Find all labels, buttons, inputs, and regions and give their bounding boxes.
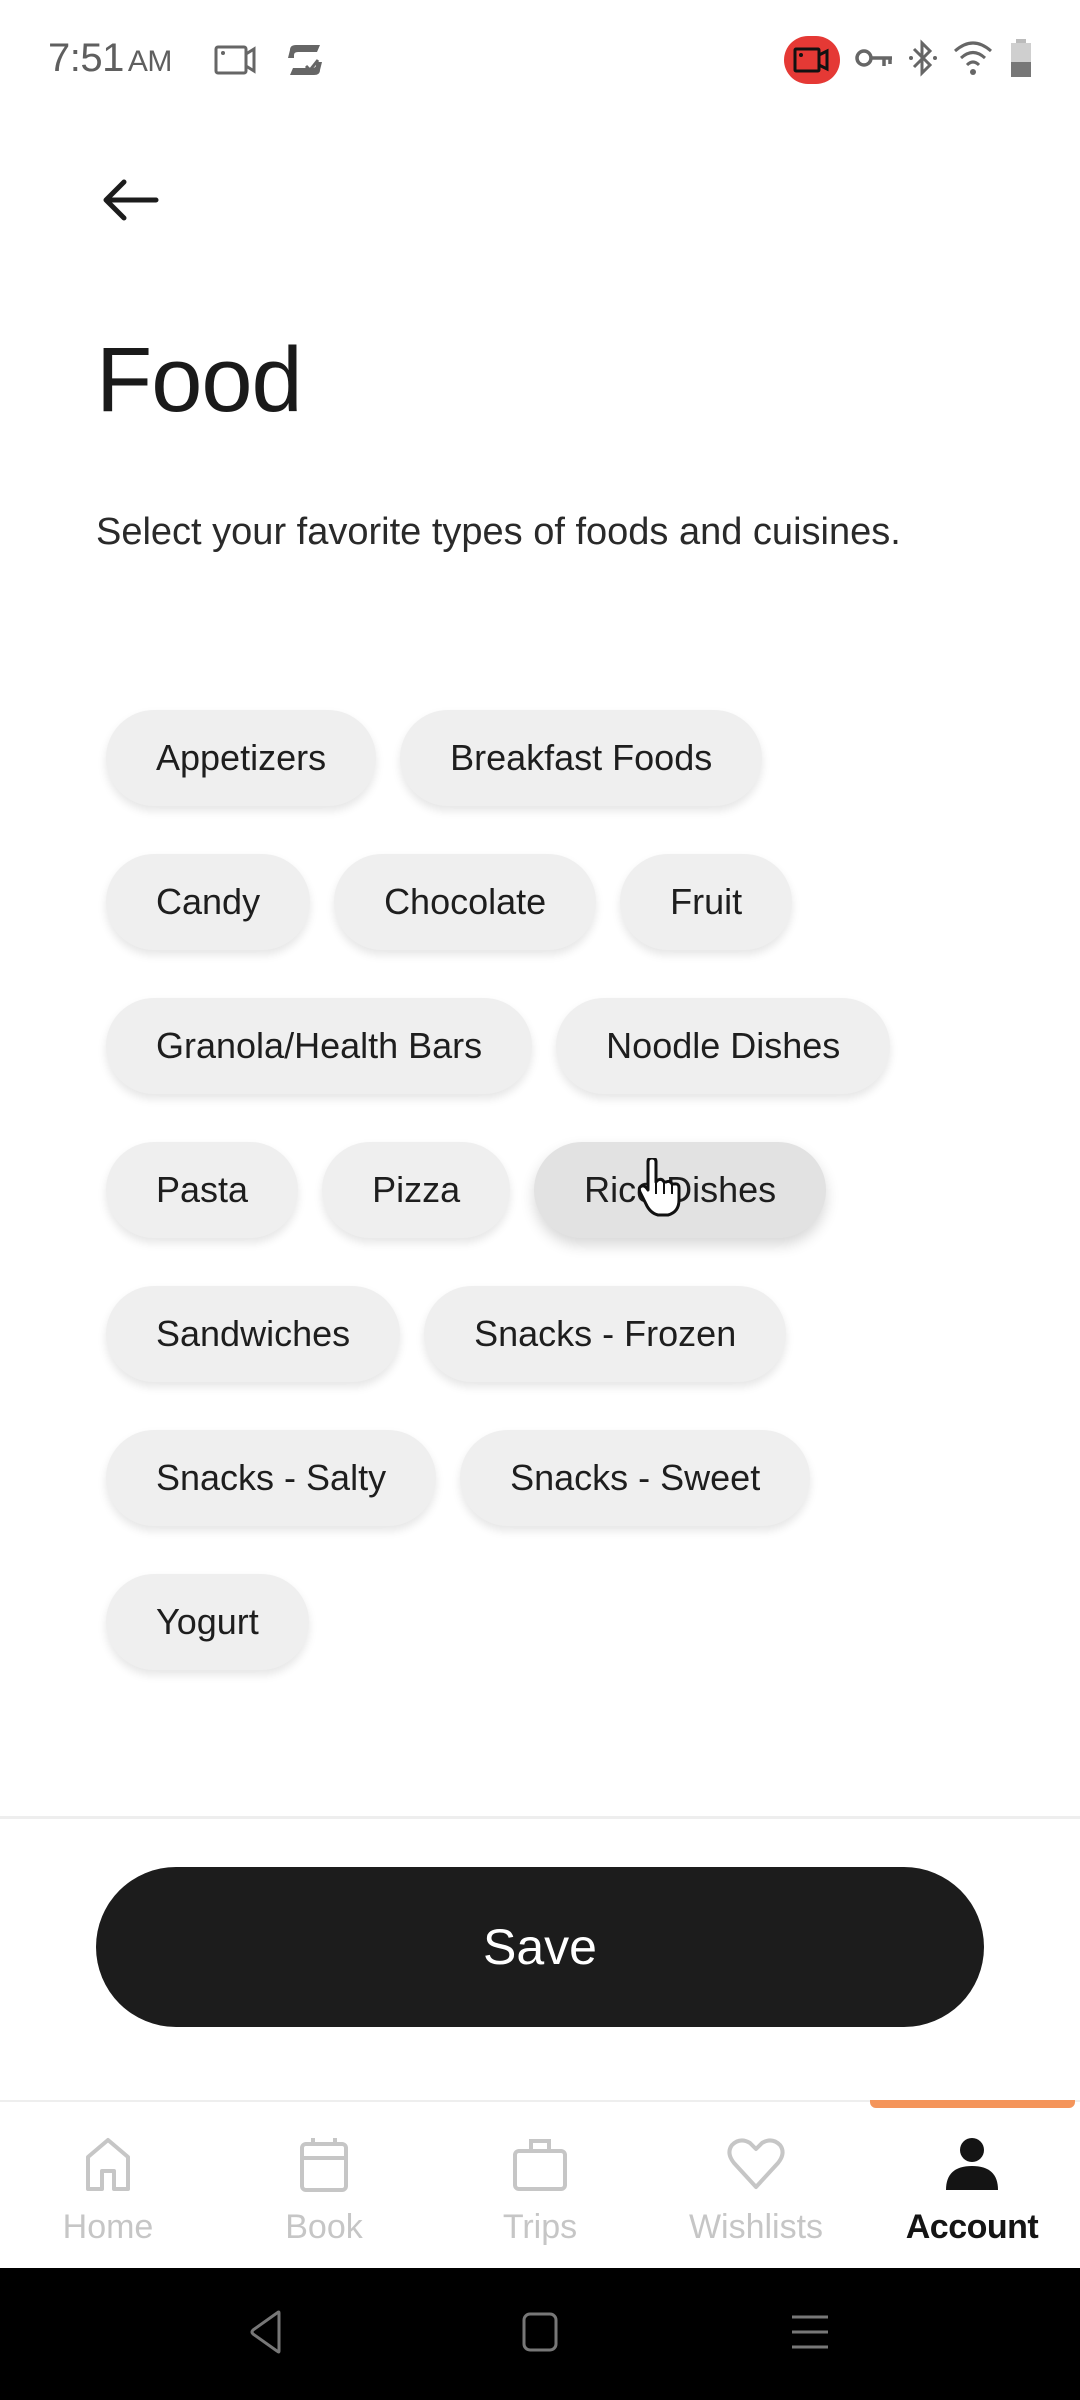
status-time-value: 7:51 [48, 36, 124, 80]
chip-snacks-salty[interactable]: Snacks - Salty [106, 1430, 437, 1526]
food-chip-list: Appetizers Breakfast Foods Candy Chocola… [106, 710, 1006, 1670]
back-button[interactable] [94, 172, 166, 232]
tab-account-label: Account [905, 2208, 1039, 2246]
chip-row: Yogurt [106, 1574, 1006, 1670]
screen-record-icon [214, 44, 258, 81]
chip-rice-dishes[interactable]: Rice Dishes [534, 1142, 827, 1238]
page-title: Food [96, 329, 303, 431]
system-nav-bar [0, 2268, 1080, 2400]
bluetooth-icon [908, 38, 938, 83]
chip-sandwiches[interactable]: Sandwiches [106, 1286, 401, 1382]
status-right-icons [784, 36, 1034, 84]
person-icon [942, 2134, 1002, 2194]
chip-pizza[interactable]: Pizza [322, 1142, 511, 1238]
tab-home[interactable]: Home [0, 2108, 216, 2268]
tab-trips[interactable]: Trips [432, 2108, 648, 2268]
arrow-left-icon [100, 178, 160, 227]
status-time-ampm: AM [127, 45, 173, 78]
chip-fruit[interactable]: Fruit [620, 854, 793, 950]
chip-row: Granola/Health Bars Noodle Dishes [106, 998, 1006, 1094]
briefcase-icon [510, 2134, 570, 2194]
chip-noodle-dishes[interactable]: Noodle Dishes [556, 998, 891, 1094]
chip-row: Candy Chocolate Fruit [106, 854, 1006, 950]
tab-wishlists[interactable]: Wishlists [648, 2108, 864, 2268]
wifi-icon [952, 39, 994, 82]
vpn-key-icon [854, 44, 894, 77]
system-back-button[interactable] [236, 2308, 296, 2360]
footer-divider [0, 1816, 1080, 1819]
page-subtitle: Select your favorite types of foods and … [96, 511, 901, 553]
system-home-button[interactable] [510, 2308, 570, 2360]
back-triangle-icon [249, 2310, 283, 2359]
chip-pasta[interactable]: Pasta [106, 1142, 299, 1238]
tab-trips-label: Trips [502, 2208, 578, 2246]
tab-account[interactable]: Account [864, 2108, 1080, 2268]
bottom-nav: Home Book Trips Wishlists Account [0, 2108, 1080, 2268]
tab-wishlists-label: Wishlists [688, 2208, 824, 2246]
chip-snacks-sweet[interactable]: Snacks - Sweet [460, 1430, 811, 1526]
chip-yogurt[interactable]: Yogurt [106, 1574, 309, 1670]
recents-menu-icon [790, 2313, 830, 2356]
chip-row: Sandwiches Snacks - Frozen [106, 1286, 1006, 1382]
chip-chocolate[interactable]: Chocolate [334, 854, 597, 950]
chip-granola-health-bars[interactable]: Granola/Health Bars [106, 998, 533, 1094]
save-button[interactable]: Save [96, 1867, 984, 2027]
chip-snacks-frozen[interactable]: Snacks - Frozen [424, 1286, 787, 1382]
calendar-icon [294, 2134, 354, 2194]
home-icon [78, 2134, 138, 2194]
chip-candy[interactable]: Candy [106, 854, 311, 950]
chip-breakfast-foods[interactable]: Breakfast Foods [400, 710, 763, 806]
home-square-icon [522, 2312, 558, 2357]
recording-icon [784, 36, 840, 84]
status-time: 7:51 AM [48, 36, 172, 81]
system-recents-button[interactable] [780, 2308, 840, 2360]
chip-row: Pasta Pizza Rice Dishes [106, 1142, 1006, 1238]
heart-icon [726, 2134, 786, 2194]
chip-row: Appetizers Breakfast Foods [106, 710, 1006, 806]
status-left-icons [214, 42, 326, 83]
chip-appetizers[interactable]: Appetizers [106, 710, 377, 806]
status-bar: 7:51 AM [0, 0, 1080, 120]
tab-home-label: Home [62, 2208, 154, 2246]
tab-book-label: Book [285, 2208, 363, 2246]
chip-row: Snacks - Salty Snacks - Sweet [106, 1430, 1006, 1526]
battery-icon [1008, 38, 1034, 83]
tab-book[interactable]: Book [216, 2108, 432, 2268]
active-tab-indicator [870, 2100, 1075, 2108]
sync-app-icon [284, 42, 326, 83]
